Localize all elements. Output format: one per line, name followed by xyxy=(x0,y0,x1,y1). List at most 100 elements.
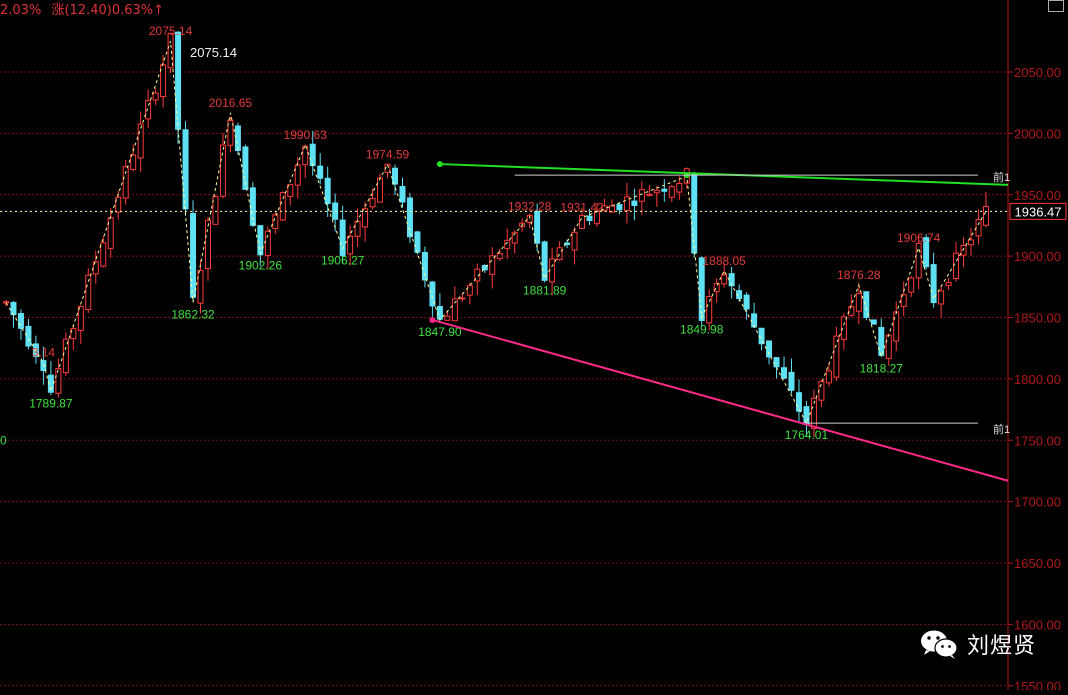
max-price-label: 2075.14 xyxy=(190,45,237,60)
candle-body xyxy=(833,335,840,378)
candle-body xyxy=(466,285,473,296)
candle-body xyxy=(781,367,788,379)
candle-body xyxy=(953,252,960,280)
y-tick-label: 1650.00 xyxy=(1014,556,1061,571)
y-tick-label: 1900.00 xyxy=(1014,249,1061,264)
y-tick-label: 2000.00 xyxy=(1014,126,1061,141)
change-text: 涨(12.40)0.63%↑ xyxy=(51,3,165,18)
window-box-icon[interactable] xyxy=(1048,0,1064,12)
pivot-high-label: 1888.05 xyxy=(702,254,746,268)
line-label: 前1 xyxy=(993,170,1010,184)
candle-body xyxy=(25,325,32,347)
candle-body xyxy=(616,204,623,211)
y-tick-label: 1950.00 xyxy=(1014,188,1061,203)
candle-body xyxy=(549,258,556,283)
candle-body xyxy=(369,197,376,208)
candle-body xyxy=(219,144,226,197)
chart-area[interactable]: 2050.00 2000.00 1950.00 1900.00 1850.00 1800.… xyxy=(0,0,1068,694)
candle-body xyxy=(175,31,182,130)
candle-body xyxy=(751,313,758,328)
pivot-high-label: 2075.14 xyxy=(149,24,193,38)
candle-body xyxy=(795,392,802,412)
candle-body xyxy=(145,100,152,120)
candle-body xyxy=(975,219,982,237)
candle-body xyxy=(878,326,885,356)
candle-body xyxy=(100,242,107,267)
candle-body xyxy=(17,313,24,329)
last-price-label: 1936.47 xyxy=(1015,204,1062,219)
candle-body xyxy=(646,193,653,197)
candle-body xyxy=(40,360,47,371)
candle-body xyxy=(668,186,675,198)
candle-body xyxy=(130,154,137,171)
candle-body xyxy=(706,296,713,324)
watermark-name: 刘煜贤 xyxy=(966,634,1036,659)
candle-body xyxy=(152,92,159,101)
candle-body xyxy=(354,220,361,237)
candle-body xyxy=(803,406,810,426)
left-edge-label: 0 xyxy=(0,433,7,447)
candle-body xyxy=(212,196,219,225)
candle-body xyxy=(347,235,354,255)
candle-body xyxy=(317,165,324,179)
candle-body xyxy=(571,231,578,251)
candle-body xyxy=(938,290,945,305)
candle-body xyxy=(257,225,264,256)
support-anchor xyxy=(429,316,436,323)
pivot-low-label: 1862.32 xyxy=(171,307,215,321)
candle-body xyxy=(421,251,428,281)
change-percent: 2.03% xyxy=(0,3,42,18)
y-tick-label: 2050.00 xyxy=(1014,65,1061,80)
candle-body xyxy=(55,368,62,394)
y-tick-label: 1750.00 xyxy=(1014,433,1061,448)
line-label: 前1 xyxy=(993,422,1010,436)
pivot-high-label: 1876.28 xyxy=(837,268,881,282)
candle-body xyxy=(743,294,750,310)
support-line xyxy=(432,318,1009,482)
wechat-icon xyxy=(920,630,958,659)
candle-body xyxy=(893,311,900,342)
quote-header: 2.03% 涨(12.40)0.63%↑ xyxy=(0,0,165,18)
pivot-high-label: 2016.65 xyxy=(209,96,253,110)
y-tick-label: 1850.00 xyxy=(1014,311,1061,326)
y-tick-label: 1700.00 xyxy=(1014,495,1061,510)
candle-body xyxy=(855,293,862,312)
candle-body xyxy=(773,357,780,368)
candle-body xyxy=(504,239,511,249)
candle-body xyxy=(339,219,346,257)
candle-body xyxy=(638,189,645,202)
candle-body xyxy=(62,338,69,374)
pivot-high-label: 1906.74 xyxy=(897,231,941,245)
pivot-high-label: 1990.63 xyxy=(284,128,328,142)
candle-body xyxy=(653,189,660,194)
watermark: 刘煜贤 xyxy=(919,628,1036,660)
candle-body xyxy=(137,123,144,159)
candle-body xyxy=(459,297,466,300)
candle-body xyxy=(788,371,795,391)
pivot-high-label: 1974.59 xyxy=(366,148,410,162)
candle-body xyxy=(825,370,832,384)
candle-body xyxy=(960,244,967,256)
candle-body xyxy=(579,215,586,229)
candle-body xyxy=(534,210,541,244)
candle-body xyxy=(721,274,728,285)
candle-body xyxy=(197,269,204,304)
candle-body xyxy=(908,277,915,293)
candle-body xyxy=(444,315,451,321)
candle-body xyxy=(676,182,683,193)
candle-body xyxy=(631,200,638,206)
candle-body xyxy=(661,188,668,192)
candle-body xyxy=(496,253,503,260)
pivot-low-label: 1789.87 xyxy=(29,396,73,410)
resistance-anchor xyxy=(436,161,443,168)
candle-body xyxy=(392,167,399,185)
candlestick-chart[interactable]: 2050.00 2000.00 1950.00 1900.00 1850.00 1800.… xyxy=(0,0,1068,694)
candle-body xyxy=(691,173,698,254)
y-tick-label: 1800.00 xyxy=(1014,372,1061,387)
candle-body xyxy=(885,334,892,359)
pivot-low-label: 1764.01 xyxy=(785,428,829,442)
candle-body xyxy=(204,219,211,269)
y-tick-label: 1550.00 xyxy=(1014,679,1061,690)
candle-body xyxy=(294,164,301,186)
candle-body xyxy=(968,239,975,246)
